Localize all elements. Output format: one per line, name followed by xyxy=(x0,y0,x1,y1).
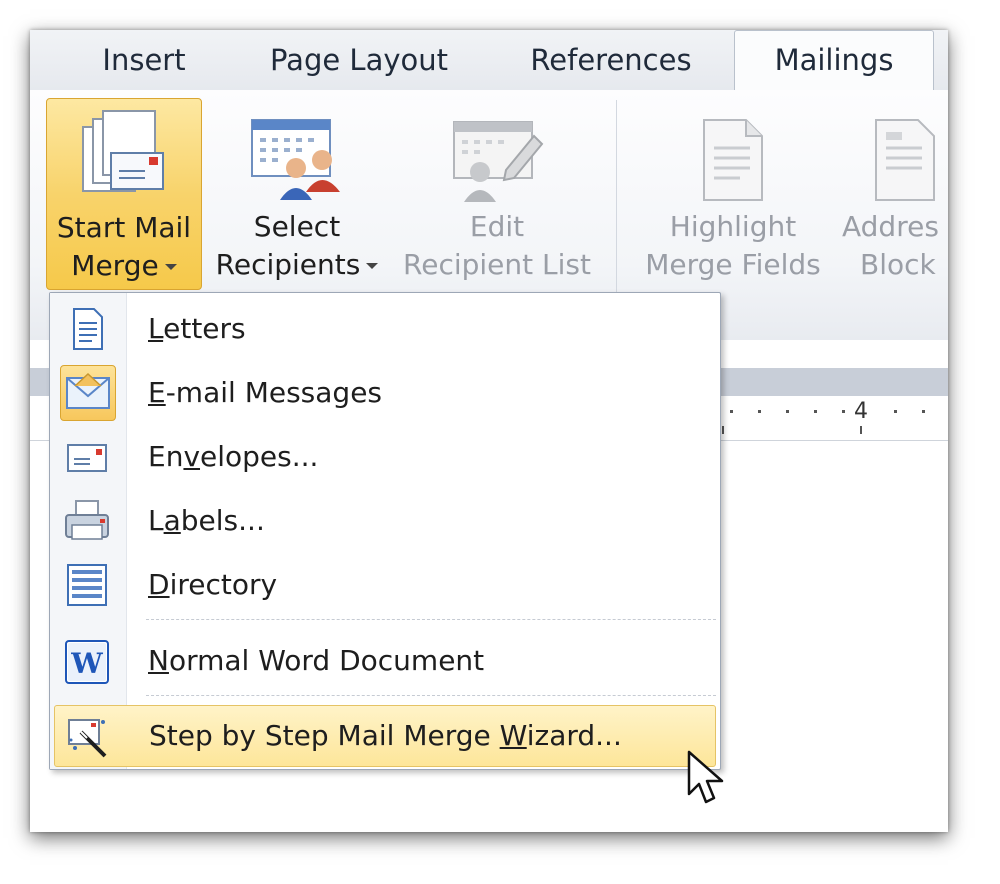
menu-item-label: E-mail Messages xyxy=(148,376,383,409)
menu-separator xyxy=(146,619,716,620)
tab-mailings[interactable]: Mailings xyxy=(734,30,934,91)
menu-item-label: Letters xyxy=(148,312,246,345)
letter-document-icon xyxy=(73,308,103,350)
ruler-dot xyxy=(894,410,897,413)
select-recipients-icon xyxy=(251,119,340,200)
menu-item-label: Envelopes... xyxy=(148,440,319,473)
select-recipients-button[interactable]: Select Recipients xyxy=(206,98,388,288)
mail-merge-documents-icon xyxy=(82,110,164,192)
start-mail-merge-label: Start Mail Merge xyxy=(56,211,192,282)
address-block-icon xyxy=(875,119,935,201)
labels-printer-icon xyxy=(65,500,109,540)
menu-item-email-messages[interactable]: E-mail Messages xyxy=(50,363,718,423)
ruler-dot xyxy=(786,410,789,413)
mouse-pointer-icon xyxy=(687,750,724,804)
ribbon-tab-bar: Insert Page Layout References Mailings xyxy=(30,30,948,91)
highlight-merge-fields-button[interactable]: Highlight Merge Fields xyxy=(630,98,836,288)
address-block-label: Addres Block xyxy=(842,210,939,281)
start-mail-merge-button[interactable]: Start Mail Merge xyxy=(46,98,202,290)
tab-page-layout[interactable]: Page Layout xyxy=(252,40,466,80)
menu-item-label: Labels... xyxy=(148,504,265,537)
word-document-icon: W xyxy=(65,640,109,684)
directory-list-icon xyxy=(67,564,107,606)
menu-item-label: Normal Word Document xyxy=(148,644,485,677)
menu-item-label: Directory xyxy=(148,568,278,601)
ruler-dot xyxy=(922,410,925,413)
select-recipients-label: Select Recipients xyxy=(206,208,388,284)
highlight-merge-fields-label: Highlight Merge Fields xyxy=(645,210,821,281)
email-envelope-icon xyxy=(66,372,110,409)
svg-text:W: W xyxy=(70,647,103,680)
menu-item-envelopes[interactable]: Envelopes... xyxy=(50,427,718,487)
menu-item-label: Step by Step Mail Merge Wizard... xyxy=(149,719,622,752)
menu-item-normal-word-document[interactable]: W Normal Word Document xyxy=(50,631,718,691)
menu-item-mail-merge-wizard[interactable]: Step by Step Mail Merge Wizard... xyxy=(54,705,716,767)
edit-recipient-list-icon xyxy=(453,121,544,202)
ruler-dot xyxy=(814,410,817,413)
ruler-dot xyxy=(730,410,733,413)
edit-recipient-list-label: Edit Recipient List xyxy=(403,210,591,281)
edit-recipient-list-button[interactable]: Edit Recipient List xyxy=(396,98,598,288)
ribbon-group-separator xyxy=(616,100,617,320)
magic-wand-icon xyxy=(68,719,107,758)
tab-references[interactable]: References xyxy=(508,40,714,80)
address-block-button[interactable]: Addres Block xyxy=(842,98,948,288)
email-icon-frame xyxy=(60,365,116,421)
ruler-number: 4 xyxy=(854,399,868,424)
start-mail-merge-menu: Letters E-mail Messages Envelopes... Lab… xyxy=(49,292,721,770)
ruler-dot xyxy=(758,410,761,413)
menu-item-directory[interactable]: Directory xyxy=(50,555,718,615)
ruler-tick xyxy=(860,426,862,434)
tab-insert[interactable]: Insert xyxy=(74,40,214,80)
ruler-tick xyxy=(722,426,724,434)
dropdown-arrow-icon xyxy=(366,263,379,269)
ruler-dot xyxy=(842,410,845,413)
highlight-merge-fields-icon xyxy=(703,119,763,201)
menu-item-letters[interactable]: Letters xyxy=(50,299,718,359)
dropdown-arrow-icon xyxy=(164,264,177,270)
envelope-icon xyxy=(67,444,107,472)
menu-separator xyxy=(146,695,716,696)
menu-item-labels[interactable]: Labels... xyxy=(50,491,718,551)
